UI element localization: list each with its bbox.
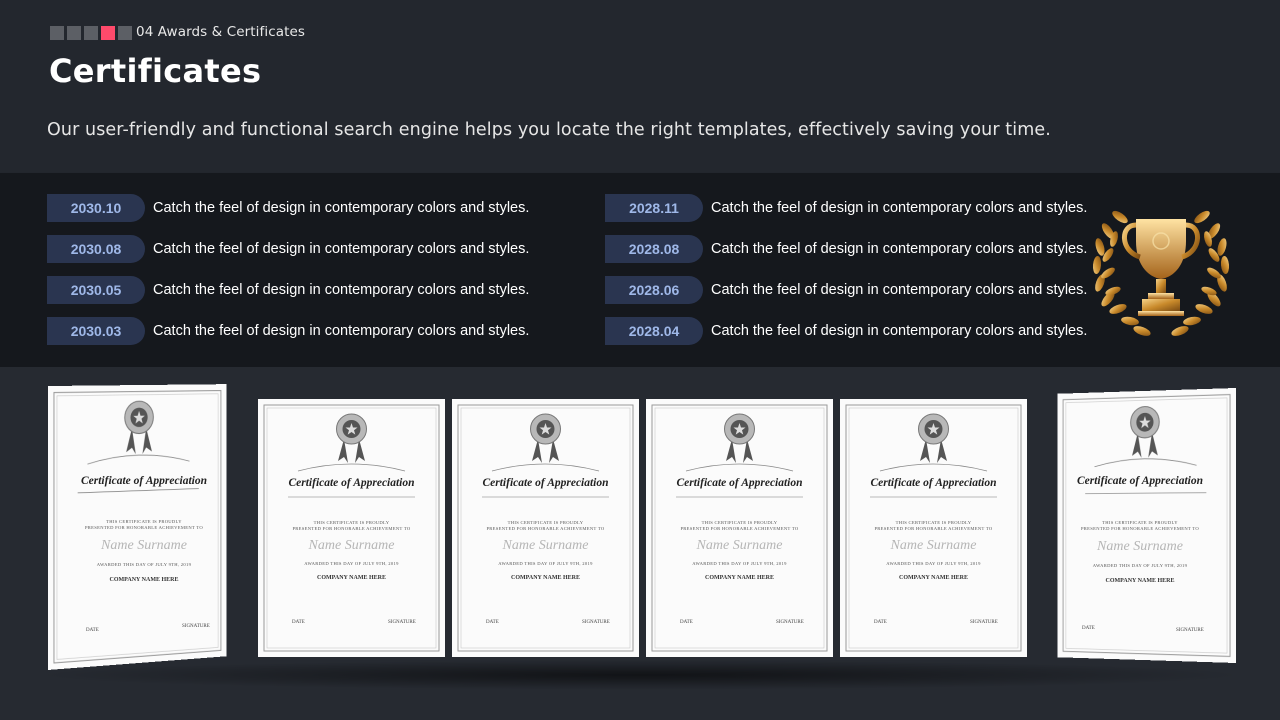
timeline-text: Catch the feel of design in contemporary…: [153, 241, 530, 257]
timeline-text: Catch the feel of design in contemporary…: [153, 200, 530, 216]
certificate-company: COMPANY NAME HERE: [109, 577, 179, 583]
certificate-line: THIS CERTIFICATE IS PROUDLY: [701, 520, 778, 525]
timeline-text: Catch the feel of design in contemporary…: [153, 282, 530, 298]
certificate-name: Name Surname: [696, 538, 783, 553]
timeline-row: 2028.08 Catch the feel of design in cont…: [605, 235, 1087, 276]
certificate-line: THIS CERTIFICATE IS PROUDLY: [507, 520, 584, 525]
certificate-awarded: AWARDED THIS DAY OF JULY 9TH, 2019: [692, 561, 787, 566]
certificate-name: Name Surname: [502, 538, 589, 553]
date-pill: 2030.05: [47, 276, 145, 304]
certificate-awarded: AWARDED THIS DAY OF JULY 9TH, 2019: [886, 561, 981, 566]
certificate-heading: Certificate of Appreciation: [676, 477, 803, 489]
page-subtitle: Our user-friendly and functional search …: [47, 120, 1051, 140]
progress-square: [50, 26, 64, 40]
date-pill: 2030.03: [47, 317, 145, 345]
date-pill: 2028.08: [605, 235, 703, 263]
timeline-text: Catch the feel of design in contemporary…: [711, 323, 1088, 339]
certificate-company: COMPANY NAME HERE: [705, 575, 774, 581]
timeline-right-column: 2028.11 Catch the feel of design in cont…: [605, 194, 1087, 358]
certificate-company: COMPANY NAME HERE: [317, 575, 386, 581]
certificate-line: PRESENTED FOR HONORABLE ACHIEVEMENT TO: [486, 526, 605, 531]
certificate-heading: Certificate of Appreciation: [1076, 475, 1204, 487]
date-pill: 2028.11: [605, 194, 703, 222]
certificate-line: PRESENTED FOR HONORABLE ACHIEVEMENT TO: [292, 526, 411, 531]
progress-square: [118, 26, 132, 40]
certificate-line: THIS CERTIFICATE IS PROUDLY: [313, 520, 390, 525]
certificate-signature-label: SIGNATURE: [182, 624, 210, 629]
timeline-text: Catch the feel of design in contemporary…: [153, 323, 530, 339]
certificate-line: PRESENTED FOR HONORABLE ACHIEVEMENT TO: [680, 526, 799, 531]
certificate-awarded: AWARDED THIS DAY OF JULY 9TH, 2019: [304, 561, 399, 566]
certificate-line: THIS CERTIFICATE IS PROUDLY: [1102, 520, 1178, 525]
progress-square: [67, 26, 81, 40]
timeline-row: 2030.03 Catch the feel of design in cont…: [47, 317, 529, 358]
certificate-signature-label: SIGNATURE: [776, 620, 804, 625]
certificate-awarded: AWARDED THIS DAY OF JULY 9TH, 2019: [96, 562, 192, 567]
certificate-signature-label: SIGNATURE: [970, 620, 998, 625]
certificate-name: Name Surname: [1097, 539, 1183, 554]
award-seal-icon: [125, 401, 154, 455]
certificate-line: THIS CERTIFICATE IS PROUDLY: [895, 520, 972, 525]
timeline-row: 2030.10 Catch the feel of design in cont…: [47, 194, 529, 235]
page-title: Certificates: [49, 52, 262, 90]
header-area: 04 Awards & Certificates Certificates Ou…: [0, 0, 1280, 172]
certificate-name: Name Surname: [308, 538, 395, 553]
certificate-name: Name Surname: [890, 538, 977, 553]
date-pill: 2030.10: [47, 194, 145, 222]
date-pill: 2028.04: [605, 317, 703, 345]
certificate-heading: Certificate of Appreciation: [870, 477, 997, 489]
progress-square: [84, 26, 98, 40]
timeline-row: 2028.11 Catch the feel of design in cont…: [605, 194, 1087, 235]
timeline-row: 2028.04 Catch the feel of design in cont…: [605, 317, 1087, 358]
certificate-line: PRESENTED FOR HONORABLE ACHIEVEMENT TO: [84, 525, 204, 530]
certificate-heading: Certificate of Appreciation: [482, 477, 609, 489]
timeline-left-column: 2030.10 Catch the feel of design in cont…: [47, 194, 529, 358]
certificate-date-label: DATE: [1082, 626, 1095, 631]
certificate-company: COMPANY NAME HERE: [1105, 578, 1175, 584]
timeline-text: Catch the feel of design in contemporary…: [711, 282, 1088, 298]
certificate-date-label: DATE: [86, 628, 99, 633]
certificate-awarded: AWARDED THIS DAY OF JULY 9TH, 2019: [1092, 563, 1188, 568]
certificate-signature-label: SIGNATURE: [582, 620, 610, 625]
certificate-date-label: DATE: [874, 620, 887, 625]
trophy-laurel-icon: [1086, 199, 1236, 341]
certificate-date-label: DATE: [292, 620, 305, 625]
certificate-line: PRESENTED FOR HONORABLE ACHIEVEMENT TO: [1080, 526, 1200, 531]
certificate-heading: Certificate of Appreciation: [288, 477, 415, 489]
timeline-text: Catch the feel of design in contemporary…: [711, 241, 1088, 257]
timeline-row: 2030.08 Catch the feel of design in cont…: [47, 235, 529, 276]
certificate-awarded: AWARDED THIS DAY OF JULY 9TH, 2019: [498, 561, 593, 566]
certificate-date-label: DATE: [680, 620, 693, 625]
timeline-text: Catch the feel of design in contemporary…: [711, 200, 1088, 216]
certificate-heading: Certificate of Appreciation: [80, 475, 208, 487]
certificate-company: COMPANY NAME HERE: [899, 575, 968, 581]
timeline-row: 2030.05 Catch the feel of design in cont…: [47, 276, 529, 317]
certificate-line: THIS CERTIFICATE IS PROUDLY: [106, 519, 182, 524]
certificate-signature-label: SIGNATURE: [388, 620, 416, 625]
certificate-name: Name Surname: [101, 538, 187, 553]
certificate-company: COMPANY NAME HERE: [511, 575, 580, 581]
slide-progress-indicator: [50, 26, 132, 40]
timeline-row: 2028.06 Catch the feel of design in cont…: [605, 276, 1087, 317]
floor-shadow: [30, 660, 1250, 690]
progress-square-active: [101, 26, 115, 40]
certificate-date-label: DATE: [486, 620, 499, 625]
timeline-band: 2030.10 Catch the feel of design in cont…: [0, 173, 1280, 367]
certificate-signature-label: SIGNATURE: [1176, 628, 1204, 633]
date-pill: 2030.08: [47, 235, 145, 263]
date-pill: 2028.06: [605, 276, 703, 304]
certificate-line: PRESENTED FOR HONORABLE ACHIEVEMENT TO: [874, 526, 993, 531]
section-label: 04 Awards & Certificates: [136, 24, 306, 40]
